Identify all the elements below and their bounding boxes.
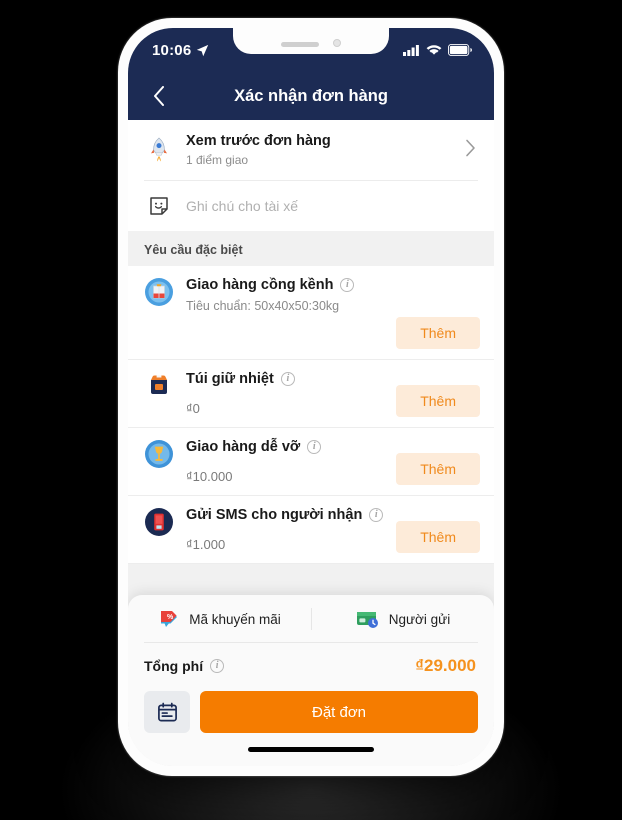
- option-row-cooler[interactable]: Túi giữ nhiệt i ₫0 Thêm: [128, 360, 494, 428]
- driver-note-row[interactable]: Ghi chú cho tài xế: [128, 181, 494, 231]
- front-camera-icon: [333, 39, 341, 47]
- home-indicator: [248, 747, 374, 752]
- info-icon[interactable]: i: [369, 508, 384, 522]
- svg-text:%: %: [167, 614, 174, 621]
- add-button[interactable]: Thêm: [396, 385, 480, 417]
- total-fee-row: Tổng phí i ₫29.000: [128, 643, 494, 687]
- sms-phone-icon: [144, 507, 174, 537]
- order-preview-row[interactable]: Xem trước đơn hàng 1 điểm giao: [128, 120, 494, 180]
- order-preview-title: Xem trước đơn hàng: [186, 133, 331, 149]
- status-indicators: [403, 44, 472, 56]
- earpiece-speaker: [281, 42, 319, 47]
- back-button[interactable]: [144, 81, 174, 111]
- battery-icon: [448, 44, 472, 56]
- sender-button[interactable]: Người gửi: [311, 608, 494, 630]
- option-title: Túi giữ nhiệt: [186, 371, 274, 387]
- sender-label: Người gửi: [388, 611, 451, 627]
- option-row-bulky[interactable]: Giao hàng cồng kềnh i Tiêu chuẩn: 50x40x…: [128, 266, 494, 360]
- chevron-right-icon: [465, 139, 480, 162]
- driver-note-input[interactable]: Ghi chú cho tài xế: [186, 198, 298, 214]
- action-bar: Đặt đơn: [128, 687, 494, 733]
- promo-code-label: Mã khuyến mãi: [189, 611, 281, 627]
- status-time: 10:06: [152, 42, 209, 59]
- promo-code-button[interactable]: % Mã khuyến mãi: [128, 608, 311, 630]
- wifi-icon: [426, 45, 442, 55]
- info-icon[interactable]: i: [340, 278, 355, 292]
- screenshot-stage: 10:06 Xác nhận đơn hàng Xem trước đơn hà…: [0, 0, 622, 820]
- notch: [233, 28, 389, 54]
- total-fee-label-group: Tổng phí i: [144, 658, 225, 674]
- phone-frame: 10:06 Xác nhận đơn hàng Xem trước đơn hà…: [118, 18, 504, 776]
- nav-bar: Xác nhận đơn hàng: [128, 72, 494, 120]
- add-button[interactable]: Thêm: [396, 453, 480, 485]
- order-preview-card: Xem trước đơn hàng 1 điểm giao Ghi chú c…: [128, 120, 494, 231]
- chevron-left-icon: [154, 86, 164, 106]
- cellular-signal-icon: [403, 45, 419, 56]
- option-title: Gửi SMS cho người nhận: [186, 507, 363, 523]
- location-arrow-icon: [197, 44, 209, 56]
- checkout-sheet: % Mã khuyến mãi Người gửi Tổng phí i ₫29…: [128, 595, 494, 766]
- total-fee-label: Tổng phí: [144, 658, 204, 674]
- rocket-icon: [144, 137, 174, 163]
- page-title: Xác nhận đơn hàng: [234, 86, 388, 105]
- total-fee-value: ₫29.000: [415, 656, 476, 675]
- phone-screen: 10:06 Xác nhận đơn hàng Xem trước đơn hà…: [128, 28, 494, 766]
- info-icon[interactable]: i: [210, 659, 225, 673]
- status-time-label: 10:06: [152, 41, 192, 59]
- order-preview-text: Xem trước đơn hàng 1 điểm giao: [186, 133, 465, 167]
- cooler-bag-icon: [144, 371, 174, 397]
- schedule-button[interactable]: [144, 691, 190, 733]
- note-icon: [144, 196, 174, 216]
- bulky-box-icon: [144, 277, 174, 307]
- coupon-tag-icon: %: [161, 611, 178, 627]
- option-row-sms[interactable]: Gửi SMS cho người nhận i ₫1.000 Thêm: [128, 496, 494, 564]
- special-requests-heading: Yêu cầu đặc biệt: [128, 231, 494, 266]
- info-icon[interactable]: i: [307, 440, 322, 454]
- sheet-shortcuts: % Mã khuyến mãi Người gửi: [128, 595, 494, 642]
- order-preview-subtitle: 1 điểm giao: [186, 153, 249, 167]
- add-button[interactable]: Thêm: [396, 521, 480, 553]
- fragile-glass-icon: [144, 439, 174, 469]
- option-description: Tiêu chuẩn: 50x40x50:30kg: [186, 299, 340, 313]
- payment-card-icon: [356, 612, 378, 628]
- option-title: Giao hàng cồng kềnh: [186, 277, 334, 293]
- add-button[interactable]: Thêm: [396, 317, 480, 349]
- place-order-button[interactable]: Đặt đơn: [200, 691, 478, 733]
- info-icon[interactable]: i: [280, 372, 295, 386]
- content-scroll-area[interactable]: Xem trước đơn hàng 1 điểm giao Ghi chú c…: [128, 120, 494, 766]
- calendar-icon: [157, 702, 177, 721]
- option-title: Giao hàng dễ vỡ: [186, 439, 301, 455]
- option-row-fragile[interactable]: Giao hàng dễ vỡ i ₫10.000 Thêm: [128, 428, 494, 496]
- status-bar: 10:06: [128, 28, 494, 72]
